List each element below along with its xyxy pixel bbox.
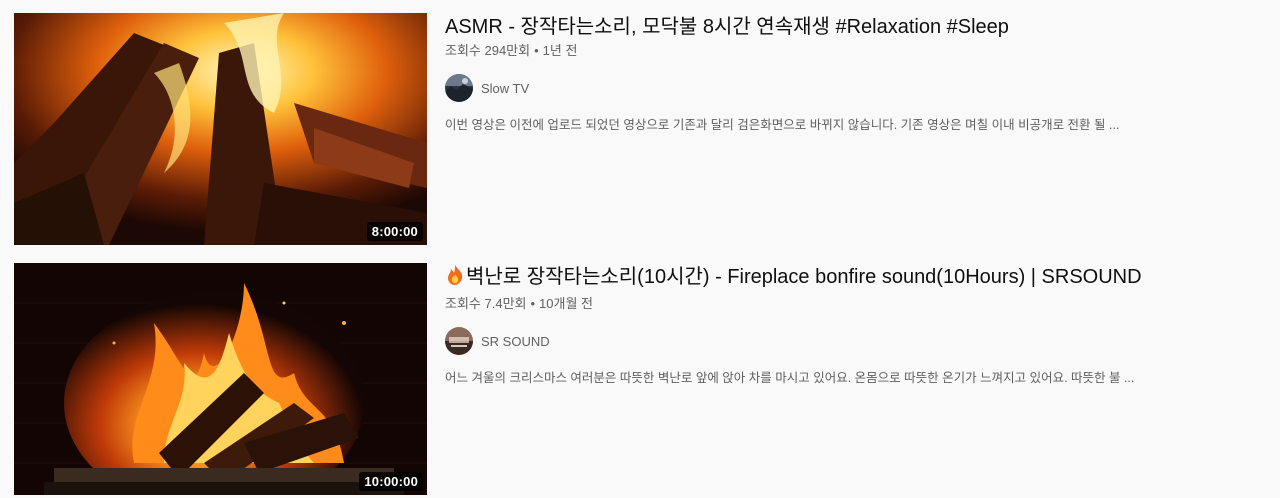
video-result: 10:00:00 벽난로 장작타는소리(10시간) - Fireplace bo…: [14, 263, 1270, 495]
meta-separator: •: [530, 296, 536, 311]
channel-name[interactable]: Slow TV: [481, 81, 529, 96]
channel-avatar[interactable]: [445, 327, 473, 355]
video-description-snippet: 어느 겨울의 크리스마스 여러분은 따뜻한 벽난로 앞에 앉아 차를 마시고 있…: [445, 371, 1135, 385]
video-duration-badge: 10:00:00: [359, 472, 423, 491]
upload-age: 10개월 전: [539, 296, 593, 311]
upload-age: 1년 전: [542, 43, 578, 58]
meta-separator: •: [534, 43, 539, 58]
video-thumbnail[interactable]: 10:00:00: [14, 263, 427, 495]
video-duration-badge: 8:00:00: [366, 222, 423, 241]
video-info: ASMR - 장작타는소리, 모닥불 8시간 연속재생 #Relaxation …: [445, 13, 1275, 134]
video-title-text: 벽난로 장작타는소리(10시간) - Fireplace bonfire sou…: [466, 266, 1142, 288]
video-thumbnail[interactable]: 8:00:00: [14, 13, 427, 245]
view-count: 조회수 7.4만회: [445, 296, 527, 311]
channel-link[interactable]: SR SOUND: [445, 325, 1275, 357]
channel-name[interactable]: SR SOUND: [481, 334, 550, 349]
video-metadata: 조회수 294만회 • 1년 전: [445, 42, 1275, 60]
video-info: 벽난로 장작타는소리(10시간) - Fireplace bonfire sou…: [445, 263, 1275, 387]
campfire-thumbnail-image: [14, 13, 427, 245]
video-metadata: 조회수 7.4만회 • 10개월 전: [445, 295, 1275, 313]
video-title[interactable]: 벽난로 장작타는소리(10시간) - Fireplace bonfire sou…: [445, 263, 1275, 294]
fireplace-thumbnail-image: [14, 263, 427, 495]
view-count: 조회수 294만회: [445, 43, 531, 58]
channel-avatar[interactable]: [445, 74, 473, 102]
video-description-snippet: 이번 영상은 이전에 업로드 되었던 영상으로 기존과 달리 검은화면으로 바뀌…: [445, 118, 1120, 132]
video-result: 8:00:00 ASMR - 장작타는소리, 모닥불 8시간 연속재생 #Rel…: [14, 13, 1270, 245]
channel-link[interactable]: Slow TV: [445, 72, 1275, 104]
fire-emoji-icon: [445, 264, 465, 294]
video-title[interactable]: ASMR - 장작타는소리, 모닥불 8시간 연속재생 #Relaxation …: [445, 13, 1275, 41]
